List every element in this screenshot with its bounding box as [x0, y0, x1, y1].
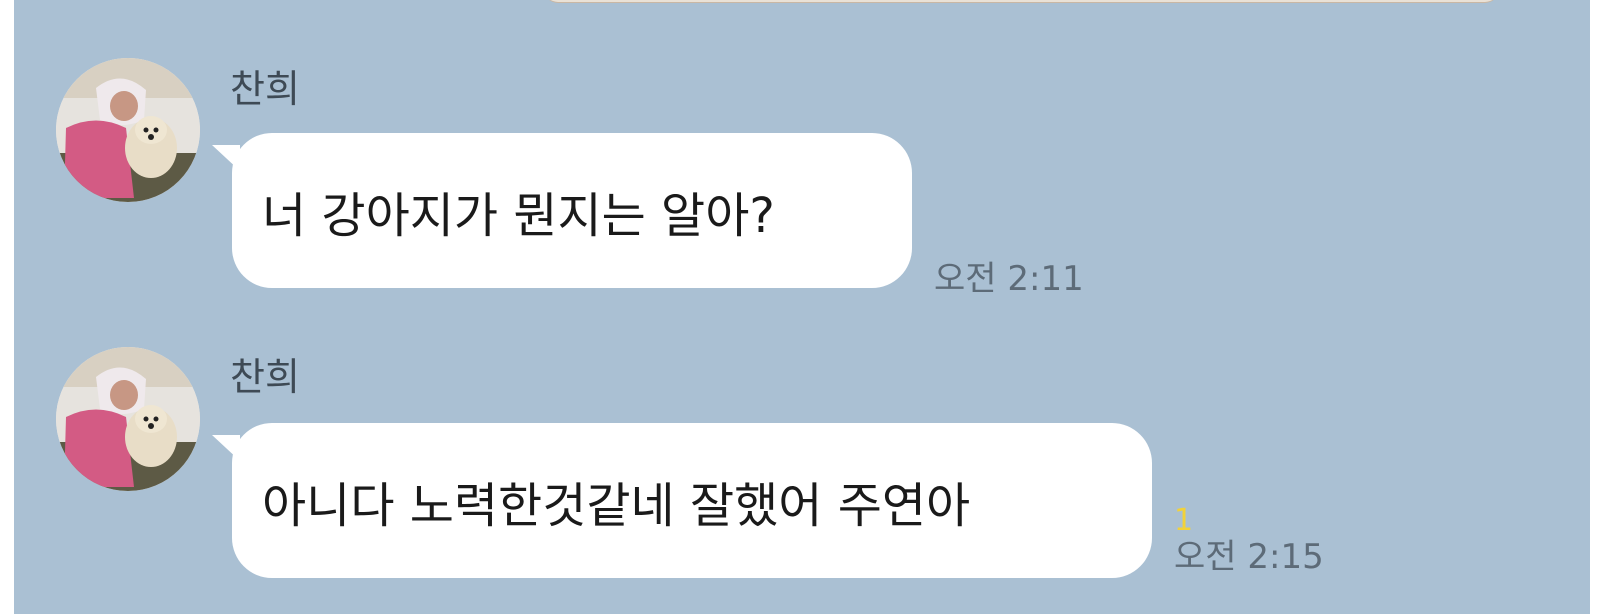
message-time: 오전 2:11 [934, 259, 1084, 299]
right-frame [1590, 0, 1602, 614]
message-meta: 오전 2:11 [934, 258, 1084, 296]
avatar[interactable] [56, 58, 200, 202]
message-meta: 1 오전 2:15 [1174, 503, 1324, 577]
profile-photo [56, 58, 200, 202]
avatar[interactable] [56, 347, 200, 491]
message-time: 오전 2:15 [1174, 537, 1324, 577]
message-bubble[interactable]: 아니다 노력한것같네 잘했어 주연아 [212, 423, 1152, 578]
chat-area[interactable]: 찬희 너 강아지가 뭔지는 알아? 오전 2:11 찬희 아니다 노력한것같네 … [14, 0, 1590, 614]
message-text: 너 강아지가 뭔지는 알아? [262, 187, 775, 244]
bubble-tail [212, 145, 240, 171]
message-bubble[interactable]: 너 강아지가 뭔지는 알아? [212, 133, 912, 288]
unread-count: 1 [1174, 503, 1194, 538]
profile-photo [56, 347, 200, 491]
sender-name: 찬희 [230, 355, 300, 399]
bubble-tail [212, 435, 240, 461]
previous-message-bubble[interactable] [544, 0, 1499, 2]
message-text: 아니다 노력한것같네 잘했어 주연아 [262, 477, 971, 534]
sender-name: 찬희 [230, 67, 300, 111]
left-frame [0, 0, 14, 614]
